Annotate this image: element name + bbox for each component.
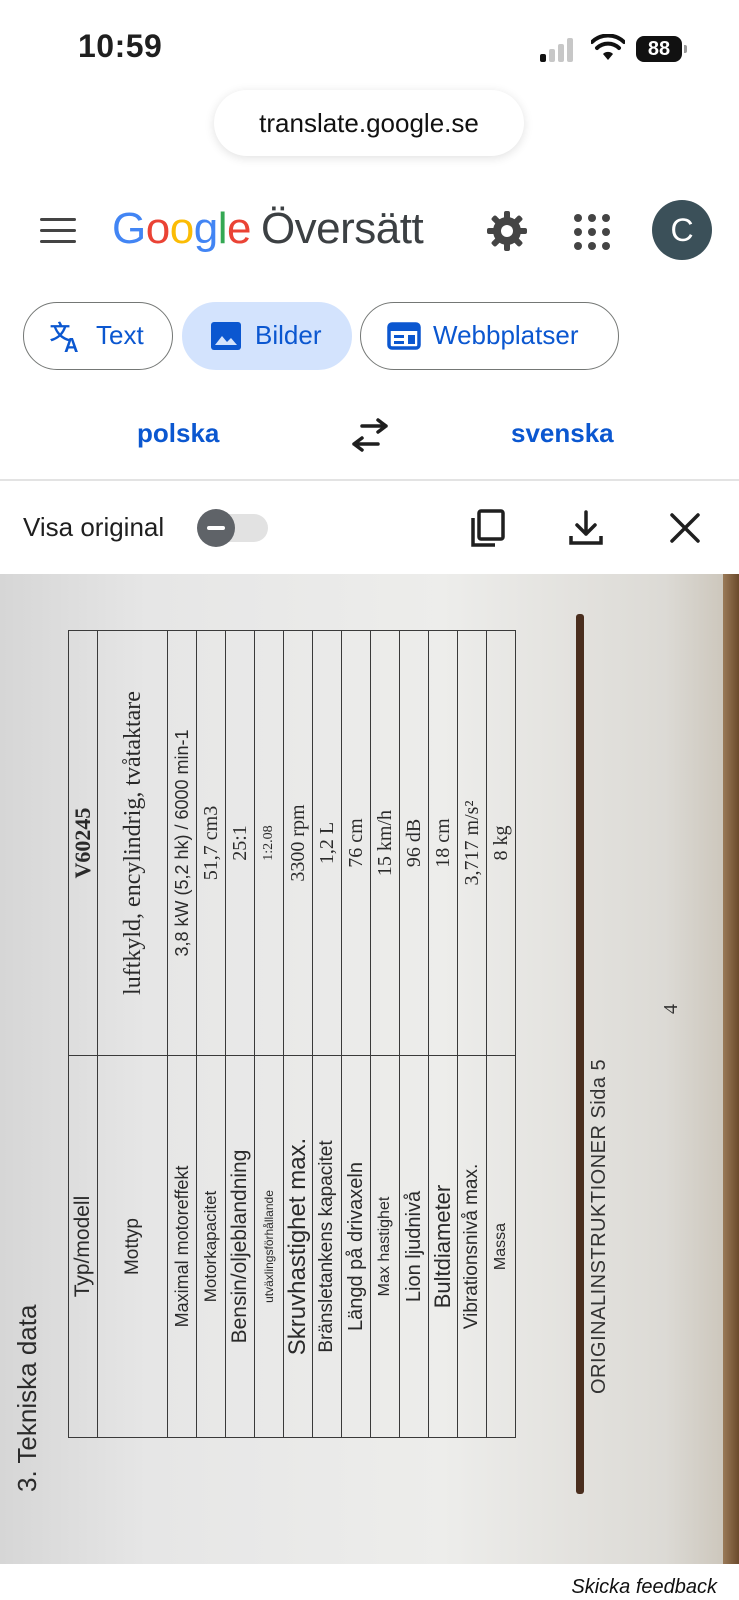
document-heading: 3. Tekniska data bbox=[12, 1304, 42, 1492]
table-value: 3300 rpm bbox=[283, 630, 313, 1056]
url-bar[interactable]: translate.google.se bbox=[214, 90, 524, 156]
table-value: 96 dB bbox=[399, 630, 429, 1056]
menu-icon[interactable] bbox=[40, 216, 78, 246]
svg-text:A: A bbox=[64, 335, 78, 353]
table-value: 1:2.08 bbox=[254, 630, 284, 1056]
table-row: Massa 8 kg bbox=[486, 630, 516, 1438]
show-original-toggle[interactable] bbox=[197, 509, 268, 547]
logo-letter: G bbox=[112, 204, 146, 253]
logo-letter: g bbox=[193, 204, 218, 253]
bottom-bar: Skicka feedback bbox=[0, 1564, 739, 1600]
table-key: Bultdiameter bbox=[428, 1055, 458, 1438]
table-row: Bränsletankens kapacitet 1,2 L bbox=[312, 630, 342, 1438]
gear-icon[interactable] bbox=[486, 210, 528, 252]
tab-text-label: Text bbox=[96, 320, 144, 350]
table-key: Vibrationsnivå max. bbox=[457, 1055, 487, 1438]
table-row: utväxlingsförhållande 1:2.08 bbox=[254, 630, 284, 1438]
footer-text: ORIGINALINSTRUKTIONER Sida 5 bbox=[588, 1058, 610, 1394]
table-key: Bensin/oljeblandning bbox=[225, 1055, 255, 1438]
account-avatar[interactable]: C bbox=[652, 200, 712, 260]
table-row: Mottyp luftkyld, encylindrig, tvåtaktare bbox=[97, 630, 168, 1438]
app-bar: Google Översätt C bbox=[0, 192, 739, 272]
table-row: Längd på drivaxeln 76 cm bbox=[341, 630, 371, 1438]
rotated-document: 3. Tekniska data Typ/modell V60245 Mottyp… bbox=[0, 574, 739, 1564]
swap-languages-icon[interactable] bbox=[350, 418, 390, 454]
table-value: 15 km/h bbox=[370, 630, 400, 1056]
table-value: 3,8 kW (5,2 hk) / 6000 min-1 bbox=[167, 630, 197, 1056]
download-icon[interactable] bbox=[566, 508, 606, 548]
table-key: Motorkapacitet bbox=[196, 1055, 226, 1438]
table-value: 8 kg bbox=[486, 630, 516, 1056]
table-row: Skruvhastighet max. 3300 rpm bbox=[283, 630, 313, 1438]
table-key: Längd på drivaxeln bbox=[341, 1055, 371, 1438]
copy-icon[interactable] bbox=[468, 508, 508, 548]
battery-icon: 88 bbox=[636, 36, 687, 62]
tab-images[interactable]: Bilder bbox=[182, 302, 352, 370]
table-row: Maximal motoreffekt 3,8 kW (5,2 hk) / 600… bbox=[167, 630, 197, 1438]
table-row: Lion ljudnivå 96 dB bbox=[399, 630, 429, 1438]
table-key: Bränsletankens kapacitet bbox=[312, 1055, 342, 1438]
tab-websites[interactable]: Webbplatser bbox=[360, 302, 619, 370]
footer-rule bbox=[576, 614, 584, 1494]
table-row: Bensin/oljeblandning 25:1 bbox=[225, 630, 255, 1438]
signal-icon bbox=[540, 38, 576, 62]
table-value: 1,2 L bbox=[312, 630, 342, 1056]
wifi-icon bbox=[591, 34, 625, 60]
table-row: Max hastighet 15 km/h bbox=[370, 630, 400, 1438]
source-language[interactable]: polska bbox=[137, 418, 219, 449]
language-selector: polska svenska bbox=[0, 400, 739, 470]
tab-text[interactable]: 文 A Text bbox=[23, 302, 173, 370]
target-language[interactable]: svenska bbox=[511, 418, 614, 449]
table-value: 3,717 m/s² bbox=[457, 630, 487, 1056]
table-key: Max hastighet bbox=[370, 1055, 400, 1438]
apps-grid-icon[interactable] bbox=[574, 214, 610, 250]
close-icon[interactable] bbox=[665, 508, 705, 548]
table-value: V60245 bbox=[68, 630, 98, 1056]
table-key: Lion ljudnivå bbox=[399, 1055, 429, 1438]
logo-letter: e bbox=[226, 204, 251, 253]
website-icon bbox=[387, 322, 421, 350]
table-key: Skruvhastighet max. bbox=[283, 1055, 313, 1438]
table-row: Vibrationsnivå max. 3,717 m/s² bbox=[457, 630, 487, 1438]
table-value: 51,7 cm3 bbox=[196, 630, 226, 1056]
translate-icon: 文 A bbox=[50, 320, 78, 353]
page-number: 4 bbox=[660, 1004, 682, 1014]
table-value: 18 cm bbox=[428, 630, 458, 1056]
status-bar: 10:59 88 bbox=[0, 0, 739, 90]
show-original-label: Visa original bbox=[23, 512, 165, 542]
table-key: Mottyp bbox=[97, 1055, 168, 1438]
divider bbox=[0, 479, 739, 481]
table-row: Typ/modell V60245 bbox=[68, 630, 98, 1438]
image-icon bbox=[211, 322, 241, 350]
table-key: Typ/modell bbox=[68, 1055, 98, 1438]
toggle-knob bbox=[197, 509, 235, 547]
table-key: Massa bbox=[486, 1055, 516, 1438]
table-row: Bultdiameter 18 cm bbox=[428, 630, 458, 1438]
logo-letter: l bbox=[217, 204, 228, 253]
table-row: Motorkapacitet 51,7 cm3 bbox=[196, 630, 226, 1438]
product-name: Översätt bbox=[260, 204, 424, 253]
tab-websites-label: Webbplatser bbox=[433, 320, 579, 350]
table-key: Maximal motoreffekt bbox=[167, 1055, 197, 1438]
status-time: 10:59 bbox=[78, 28, 163, 64]
spec-table: Typ/modell V60245 Mottyp luftkyld, encylin… bbox=[68, 630, 516, 1438]
translated-image: 3. Tekniska data Typ/modell V60245 Mottyp… bbox=[0, 574, 739, 1564]
google-translate-logo: Google Översätt bbox=[112, 204, 424, 254]
table-value: luftkyld, encylindrig, tvåtaktare bbox=[97, 630, 168, 1056]
mode-tabs: 文 A Text Bilder Webbplatser bbox=[0, 302, 739, 372]
table-key: utväxlingsförhållande bbox=[254, 1055, 284, 1438]
table-value: 76 cm bbox=[341, 630, 371, 1056]
image-toolbar: Visa original bbox=[0, 482, 739, 572]
logo-letter: o bbox=[169, 204, 194, 253]
tab-images-label: Bilder bbox=[255, 320, 322, 350]
feedback-link[interactable]: Skicka feedback bbox=[571, 1576, 717, 1599]
table-value: 25:1 bbox=[225, 630, 255, 1056]
logo-letter: o bbox=[145, 204, 170, 253]
